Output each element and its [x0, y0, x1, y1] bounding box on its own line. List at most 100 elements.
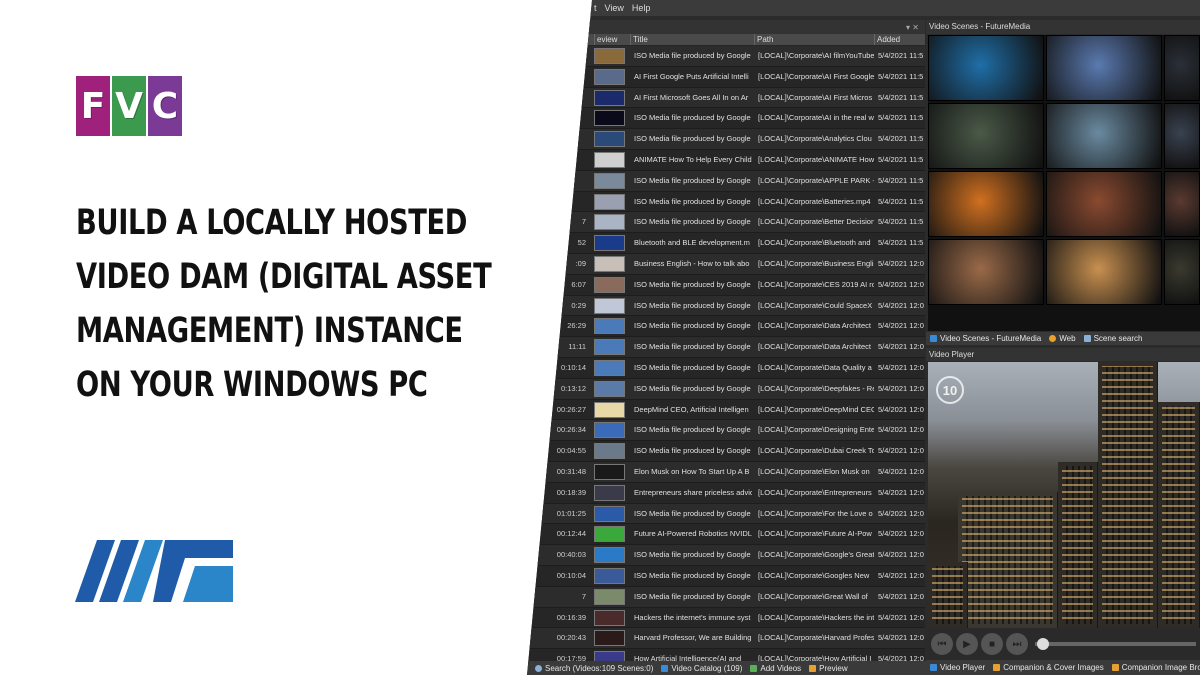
scene-thumbnail[interactable]	[1046, 239, 1162, 305]
scenes-tabs: Video Scenes - FutureMedia Web Scene sea…	[926, 332, 1200, 345]
title-cell: Business English - How to talk abo	[634, 258, 750, 268]
thumbnail	[594, 297, 625, 314]
scene-thumbnail[interactable]	[928, 171, 1044, 237]
table-row[interactable]: 0:10:14 ISO Media file produced by Google…	[527, 358, 925, 379]
table-row[interactable]: 26:29 ISO Media file produced by Google [L…	[527, 316, 925, 338]
path-cell: [LOCAL]\Corporate\Batteries.mp4	[758, 196, 871, 206]
title-cell: ISO Media file produced by Google	[634, 175, 751, 185]
play-icon[interactable]: ▶	[956, 633, 978, 655]
path-cell: [LOCAL]\Corporate\Business Englis	[758, 258, 874, 268]
scene-thumbnail[interactable]	[1046, 171, 1162, 237]
tab-label: Companion Image Brows	[1121, 663, 1200, 672]
search-icon	[1083, 335, 1091, 343]
table-row[interactable]: ISO Media file produced by Google [LOCAL]…	[527, 170, 925, 192]
table-row[interactable]: 52 Bluetooth and BLE development.m [LOCAL]…	[527, 233, 925, 254]
seek-handle[interactable]	[1037, 638, 1049, 650]
added-cell: 5/4/2021 12:0	[878, 550, 924, 560]
preview-icon	[809, 664, 817, 672]
title-cell: Harvard Professor, We are Building	[634, 633, 752, 643]
added-cell: 5/4/2021 11:5	[878, 175, 924, 185]
catalog-icon	[661, 664, 669, 672]
table-row[interactable]: 00:31:48 Elon Musk on How To Start Up A B…	[527, 461, 925, 483]
table-row[interactable]: 00:20:43 Harvard Professor, We are Buildi…	[527, 628, 925, 650]
table-row[interactable]: 00:12:44 Future AI-Powered Robotics NVIDL…	[527, 524, 925, 546]
table-row[interactable]: 6:07 ISO Media file produced by Google [LO…	[527, 275, 925, 296]
added-cell: 5/4/2021 12:0	[878, 279, 924, 289]
path-cell: [LOCAL]\Corporate\Better Decision	[758, 217, 874, 227]
table-row[interactable]: 7 ISO Media file produced by Google [LOCAL…	[527, 212, 925, 234]
title-cell: ISO Media file produced by Google	[634, 446, 751, 456]
table-row[interactable]: 00:10:04 ISO Media file produced by Googl…	[527, 566, 925, 587]
video-frame	[928, 362, 1200, 628]
table-row[interactable]: 01:01:25 ISO Media file produced by Googl…	[527, 503, 925, 525]
thumbnail	[594, 505, 625, 522]
seek-bar[interactable]	[1035, 638, 1196, 650]
table-row[interactable]: 00:04:55 ISO Media file produced by Googl…	[527, 441, 925, 462]
thumbnail	[594, 214, 625, 231]
path-cell: [LOCAL]\Corporate\Data Architect	[758, 342, 871, 352]
headline-line-4: ON YOUR WINDOWS PC	[76, 365, 428, 405]
scene-thumbnail[interactable]	[1164, 35, 1200, 101]
tab-preview[interactable]: Preview	[809, 664, 848, 673]
table-row[interactable]: 00:26:27 DeepMind CEO, Artificial Intelli…	[527, 400, 925, 421]
thumbnail	[594, 567, 625, 584]
title-cell: ANIMATE How To Help Every Child	[634, 154, 752, 164]
scene-thumbnail[interactable]	[1164, 239, 1200, 305]
scene-thumbnail[interactable]	[1046, 103, 1162, 169]
tab-video-catalog[interactable]: Video Catalog (109)	[661, 664, 742, 673]
table-row[interactable]: ANIMATE How To Help Every Child [LOCAL]\C…	[527, 150, 925, 171]
col-title[interactable]: Title	[630, 34, 754, 45]
scene-thumbnail[interactable]	[1164, 103, 1200, 169]
player-panel-title: Video Player	[926, 348, 1200, 361]
headline: BUILD A LOCALLY HOSTED VIDEO DAM (DIGITA…	[76, 196, 492, 412]
table-row[interactable]: 0:29 ISO Media file produced by Google [LO…	[527, 295, 925, 317]
tab-search[interactable]: Search (Videos:109 Scenes:0)	[535, 664, 653, 673]
tab-web[interactable]: Web	[1049, 334, 1076, 343]
video-player[interactable]: 10	[928, 362, 1200, 628]
stop-icon[interactable]: ■	[981, 633, 1003, 655]
tab-companion-browser[interactable]: Companion Image Brows	[1111, 663, 1200, 672]
fvc-letter: F	[76, 76, 110, 136]
menu-view[interactable]: View	[605, 3, 624, 13]
scene-thumbnail[interactable]	[928, 35, 1044, 101]
table-row[interactable]: ISO Media file produced by Google [LOCAL]…	[527, 192, 925, 213]
menu-bar: t View Help	[560, 0, 1200, 16]
menu-edit[interactable]: t	[594, 3, 597, 13]
channel-badge: 10	[936, 376, 964, 404]
add-icon	[750, 664, 758, 672]
title-cell: ISO Media file produced by Google	[634, 550, 751, 560]
scene-thumbnail[interactable]	[928, 239, 1044, 305]
table-row[interactable]: 7 ISO Media file produced by Google [LOCAL…	[527, 586, 925, 608]
table-row[interactable]: 11:11 ISO Media file produced by Google [L…	[527, 337, 925, 358]
image-icon	[1111, 664, 1119, 672]
thumbnail	[594, 359, 625, 376]
col-added[interactable]: Added	[874, 34, 925, 45]
added-cell: 5/4/2021 12:0	[878, 362, 924, 372]
scene-thumbnail[interactable]	[1164, 171, 1200, 237]
tab-companion-cover[interactable]: Companion & Cover Images	[993, 663, 1104, 672]
title-cell: AI First Microsoft Goes All In on Ar	[634, 92, 749, 102]
player-controls: ⏮ ▶ ■ ⏭	[928, 630, 1200, 658]
col-preview[interactable]: eview	[594, 34, 630, 45]
tab-scene-search[interactable]: Scene search	[1083, 334, 1142, 343]
table-row[interactable]: :09 Business English - How to talk abo [LO…	[527, 253, 925, 275]
tab-label: Video Scenes - FutureMedia	[940, 334, 1042, 343]
scene-thumbnail[interactable]	[1046, 35, 1162, 101]
title-cell: Entrepreneurs share priceless advic	[634, 487, 752, 497]
tab-video-scenes[interactable]: Video Scenes - FutureMedia	[930, 334, 1041, 343]
scene-thumbnail[interactable]	[928, 103, 1044, 169]
table-row[interactable]: ISO Media file produced by Google [LOCAL]…	[527, 129, 925, 150]
col-path[interactable]: Path	[754, 34, 874, 45]
next-icon[interactable]: ⏭	[1006, 633, 1028, 655]
table-row[interactable]: 00:40:03 ISO Media file produced by Googl…	[527, 545, 925, 566]
previous-icon[interactable]: ⏮	[931, 633, 953, 655]
table-row[interactable]: 0:13:12 ISO Media file produced by Google…	[527, 378, 925, 400]
menu-help[interactable]: Help	[632, 3, 651, 13]
table-row[interactable]: 00:18:39 Entrepreneurs share priceless ad…	[527, 483, 925, 504]
pin-close-icon[interactable]: ▾ ✕	[906, 23, 919, 32]
tab-video-player[interactable]: Video Player	[930, 663, 985, 672]
table-row[interactable]: 00:16:39 Hackers the internet's immune sy…	[527, 608, 925, 629]
table-row[interactable]: 00:26:34 ISO Media file produced by Googl…	[527, 420, 925, 442]
tab-add-videos[interactable]: Add Videos	[750, 664, 801, 673]
tab-label: Web	[1059, 334, 1076, 343]
